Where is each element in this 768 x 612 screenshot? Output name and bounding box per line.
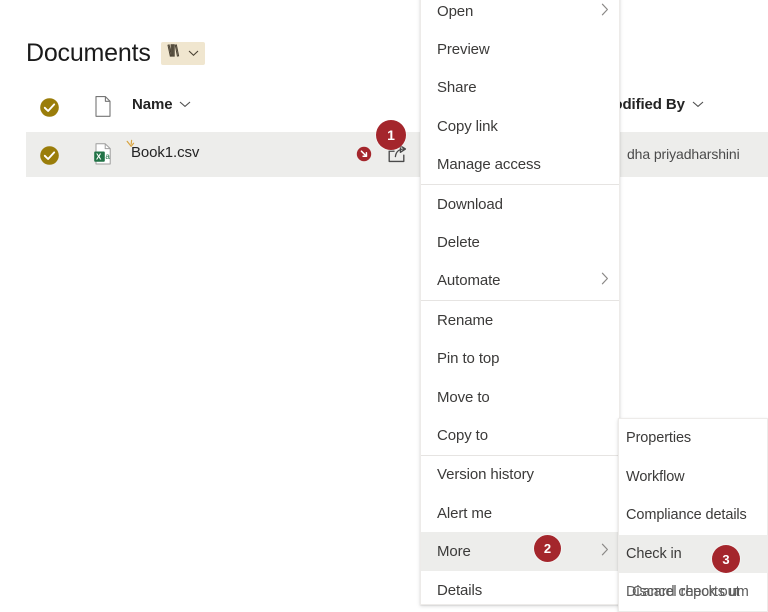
menu-item-label: Version history — [437, 466, 534, 484]
submenu-item-compliance-details[interactable]: Compliance details — [619, 496, 767, 535]
submenu-item-check-in[interactable]: Check in — [619, 534, 767, 574]
row-modified-by: dha priyadharshini — [627, 146, 740, 162]
menu-item-label: Copy to — [437, 426, 488, 444]
row-select-checkbox[interactable] — [39, 145, 60, 171]
menu-item-label: Alert me — [437, 504, 493, 522]
menu-item-label: Pin to top — [437, 350, 500, 368]
file-type-column-icon[interactable] — [93, 95, 113, 123]
menu-item-label: Details — [437, 581, 483, 599]
chevron-down-icon — [188, 44, 199, 62]
menu-item-more[interactable]: More — [421, 532, 619, 571]
submenu-item-properties[interactable]: Properties — [619, 419, 767, 458]
submenu-item-label: Compliance details — [626, 507, 747, 524]
books-icon — [166, 43, 183, 63]
menu-item-label: Rename — [437, 311, 494, 329]
menu-item-automate[interactable]: Automate — [421, 262, 619, 300]
menu-item-copy-link[interactable]: Copy link — [421, 107, 619, 145]
chevron-right-icon — [601, 3, 609, 20]
sharepoint-document-library-screen: Documents Name Modified By X a Book1.csv… — [0, 0, 768, 612]
chevron-down-icon — [179, 95, 191, 113]
menu-item-manage-access[interactable]: Manage access — [421, 146, 619, 184]
menu-item-copy-to[interactable]: Copy to — [421, 416, 619, 454]
library-header: Documents — [26, 38, 205, 68]
menu-item-details[interactable]: Details — [421, 571, 619, 609]
menu-item-open[interactable]: Open — [421, 0, 619, 30]
menu-item-share[interactable]: Share — [421, 69, 619, 107]
checked-out-icon[interactable] — [356, 146, 372, 167]
menu-item-label: Move to — [437, 388, 490, 406]
menu-item-label: Automate — [437, 272, 501, 290]
file-name-link[interactable]: Book1.csv — [131, 144, 199, 161]
menu-item-label: Copy link — [437, 117, 498, 135]
chevron-right-icon — [601, 543, 609, 560]
step-badge-1: 1 — [376, 120, 406, 150]
menu-item-delete[interactable]: Delete — [421, 223, 619, 261]
menu-item-pin-to-top[interactable]: Pin to top — [421, 340, 619, 378]
page-title: Documents — [26, 39, 151, 67]
submenu-item-label-stack: Discard check out Cancel reports um — [626, 584, 757, 602]
excel-csv-icon: X a — [93, 142, 114, 171]
menu-item-label: More — [437, 543, 471, 561]
select-all-checkbox[interactable] — [39, 97, 60, 123]
step-badge-3: 3 — [712, 545, 740, 573]
menu-item-label: Preview — [437, 41, 490, 59]
library-switcher-pill[interactable] — [160, 41, 205, 65]
column-header-name-label: Name — [132, 95, 173, 113]
menu-item-label: Share — [437, 79, 477, 97]
menu-item-move-to[interactable]: Move to — [421, 378, 619, 416]
svg-text:a: a — [105, 152, 110, 161]
submenu-item-label: Workflow — [626, 468, 685, 485]
submenu-item-label-b: Cancel reports um — [632, 583, 749, 600]
menu-item-download[interactable]: Download — [421, 185, 619, 223]
menu-item-label: Open — [437, 2, 474, 20]
column-header-name[interactable]: Name — [132, 95, 191, 113]
menu-item-label: Manage access — [437, 156, 541, 174]
menu-item-label: Download — [437, 195, 503, 213]
menu-item-preview[interactable]: Preview — [421, 30, 619, 68]
menu-item-rename[interactable]: Rename — [421, 301, 619, 339]
menu-item-label: Delete — [437, 234, 480, 252]
menu-item-alert-me[interactable]: Alert me — [421, 494, 619, 532]
svg-text:X: X — [96, 153, 102, 162]
submenu-item-discard-check-out[interactable]: Discard check out Cancel reports um — [619, 573, 767, 612]
chevron-down-icon — [692, 95, 704, 113]
submenu-item-workflow[interactable]: Workflow — [619, 458, 767, 497]
menu-item-version-history[interactable]: Version history — [421, 456, 619, 494]
context-submenu-more[interactable]: Properties Workflow Compliance details Chec… — [618, 418, 768, 612]
submenu-item-label: Properties — [626, 430, 692, 447]
chevron-right-icon — [601, 272, 609, 289]
step-badge-2: 2 — [534, 535, 561, 562]
context-menu[interactable]: Open Preview Share Copy link Manage access Do… — [420, 0, 620, 605]
